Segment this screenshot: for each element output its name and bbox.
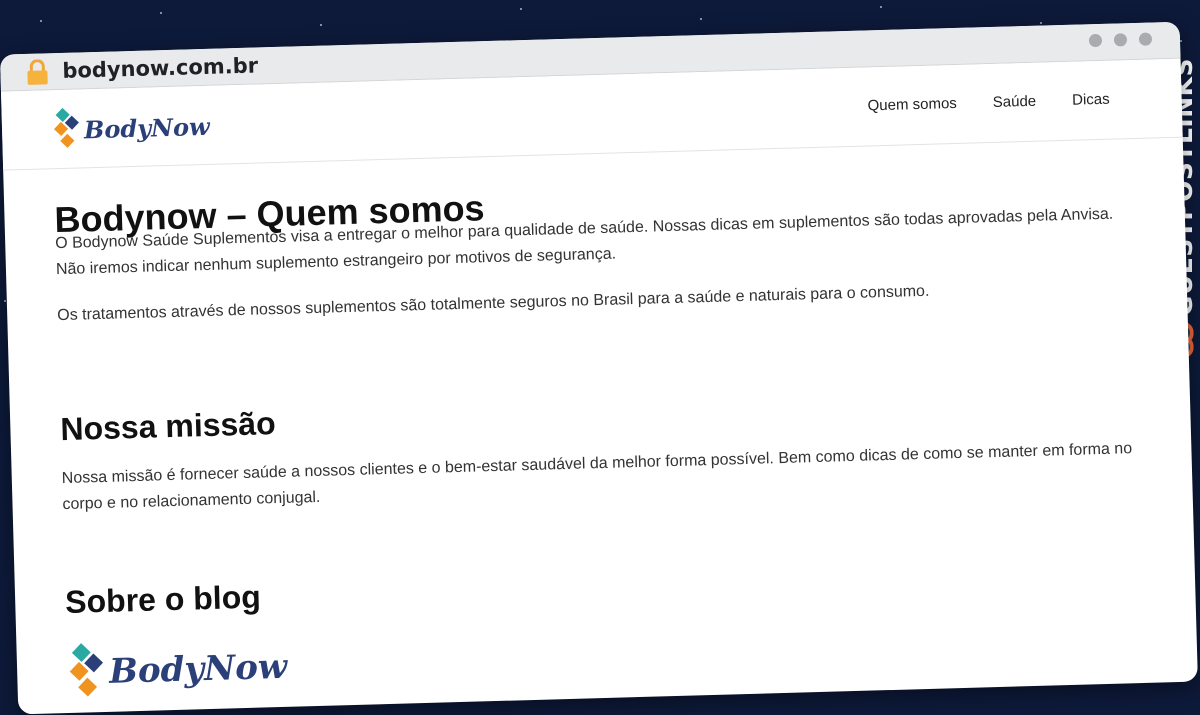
blog-logo-text: BodyNow <box>108 646 288 692</box>
bodynow-logo-icon <box>53 107 79 148</box>
main-nav: Quem somos Saúde Dicas <box>867 91 1109 115</box>
browser-window: bodynow.com.br BodyNow Quem somos Saúde <box>0 0 1200 715</box>
safety-paragraph: Os tratamentos através de nossos supleme… <box>57 282 930 325</box>
nav-quem-somos[interactable]: Quem somos <box>867 95 957 114</box>
nav-saude[interactable]: Saúde <box>993 93 1037 111</box>
logo-text: BodyNow <box>83 111 211 144</box>
window-dot-icon[interactable] <box>1088 33 1103 48</box>
mission-heading: Nossa missão <box>59 405 277 448</box>
window-controls <box>1088 32 1153 48</box>
address-bar-url[interactable]: bodynow.com.br <box>62 53 258 82</box>
window-dot-icon[interactable] <box>1113 33 1128 47</box>
blog-logo: BodyNow <box>66 613 1147 703</box>
bodynow-logo-icon <box>69 643 104 697</box>
mission-paragraph: Nossa missão é fornecer saúde a nossos c… <box>61 440 1133 514</box>
lock-icon <box>27 59 48 85</box>
nav-dicas[interactable]: Dicas <box>1072 91 1110 109</box>
page-content: Bodynow – Quem somos O Bodynow Saúde Sup… <box>3 138 1197 705</box>
blog-heading: Sobre o blog <box>64 578 262 621</box>
window-dot-icon[interactable] <box>1138 32 1153 46</box>
site-logo[interactable]: BodyNow <box>51 104 210 152</box>
browser-frame: bodynow.com.br BodyNow Quem somos Saúde <box>0 21 1198 715</box>
